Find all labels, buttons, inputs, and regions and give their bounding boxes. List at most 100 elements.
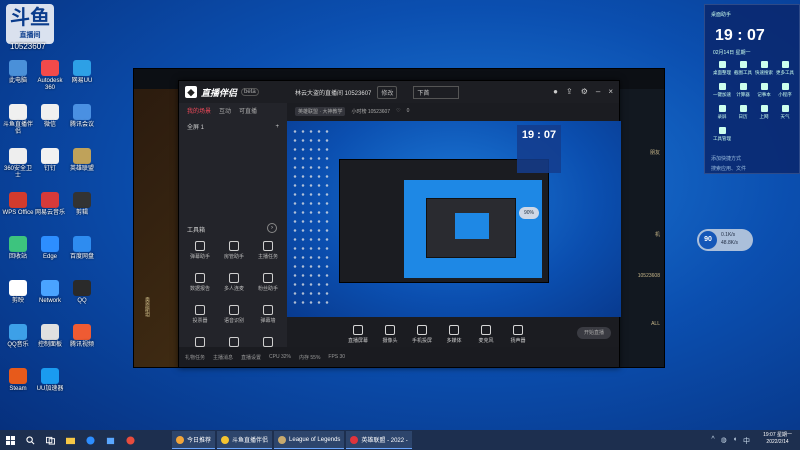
- desktop-icon[interactable]: UU加速器: [34, 368, 66, 393]
- panel-add-shortcut[interactable]: 添加快捷方式: [711, 155, 741, 162]
- desktop-icon[interactable]: 腾讯会议: [66, 104, 98, 129]
- desktop-icon[interactable]: Edge: [34, 236, 66, 261]
- desktop-icon[interactable]: 百度网盘: [66, 236, 98, 261]
- desktop-icon[interactable]: 控制面板: [34, 324, 66, 349]
- source-button[interactable]: 多媒体: [443, 324, 465, 344]
- edit-room-button[interactable]: 修改: [377, 85, 398, 99]
- panel-search[interactable]: 搜索应用、文件: [711, 165, 746, 172]
- status-item[interactable]: 直播设置: [241, 354, 261, 361]
- ime-icon[interactable]: 中: [743, 436, 750, 446]
- source-icon: [417, 324, 427, 335]
- status-item[interactable]: 主播消息: [213, 354, 233, 361]
- panel-tool[interactable]: 日历: [732, 105, 754, 120]
- tool-item[interactable]: 粉丝助手: [253, 273, 283, 292]
- network-icon[interactable]: ◍: [721, 436, 727, 446]
- stream-logo-overlay: 斗鱼 直播间: [6, 4, 54, 44]
- panel-tool[interactable]: 更多工具: [774, 61, 796, 76]
- share-icon[interactable]: ⇪: [566, 87, 573, 96]
- panel-tool[interactable]: 小程序: [774, 83, 796, 98]
- status-item[interactable]: 礼物任务: [185, 354, 205, 361]
- desktop-icon[interactable]: 斗鱼直播伴侣: [2, 104, 34, 136]
- streaming-app-window[interactable]: ◆ 直播伴侣 beta 我的场景 互动 可直播 全屏 1 + 工具箱 › 弹幕助…: [178, 80, 621, 368]
- desktop-icon[interactable]: Network: [34, 280, 66, 305]
- taskbar-app-label: 英雄联盟 - 2022 -: [361, 438, 408, 444]
- desktop-icon[interactable]: QQ音乐: [2, 324, 34, 349]
- media-icon[interactable]: [120, 430, 140, 450]
- desktop-icon[interactable]: 微信: [34, 104, 66, 129]
- panel-tool-icon: [718, 105, 726, 112]
- avatar[interactable]: ●: [553, 87, 558, 96]
- panel-tool[interactable]: 记事本: [753, 83, 775, 98]
- windows-icon: [5, 435, 15, 445]
- tab-interact[interactable]: 互动: [219, 106, 231, 115]
- network-speed-widget[interactable]: 90 0.1K/s 48.8K/s: [697, 229, 753, 251]
- tool-item[interactable]: 房管助手: [219, 241, 249, 260]
- desktop-icon[interactable]: 此电脑: [2, 60, 34, 85]
- tool-item[interactable]: 数据报告: [185, 273, 215, 292]
- app-icon: [41, 60, 59, 76]
- desktop-icon[interactable]: 网易UU: [66, 60, 98, 85]
- desktop-icon[interactable]: Autodesk 360: [34, 60, 66, 92]
- start-live-button[interactable]: 开始直播: [577, 327, 611, 339]
- volume-icon[interactable]: ◖: [733, 436, 737, 446]
- desktop-icon[interactable]: 网易云音乐: [34, 192, 66, 217]
- desktop-icon[interactable]: QQ: [66, 280, 98, 305]
- panel-tool[interactable]: 一键加速: [711, 83, 733, 98]
- tool-item[interactable]: 语音识别: [219, 305, 249, 324]
- tool-item[interactable]: 弹幕助手: [185, 241, 215, 260]
- source-button[interactable]: 直播屏幕: [347, 324, 369, 344]
- stream-preview[interactable]: 19 : 07 90%: [287, 121, 621, 317]
- desktop-icon[interactable]: 360安全卫士: [2, 148, 34, 180]
- panel-tool[interactable]: 桌面整理: [711, 61, 733, 76]
- tool-item[interactable]: 主播任务: [253, 241, 283, 260]
- desktop-icon[interactable]: 回收站: [2, 236, 34, 261]
- taskbar-clock[interactable]: 19:07 星期一 2022/2/14: [763, 432, 792, 446]
- tool-item[interactable]: 投票器: [185, 305, 215, 324]
- start-button[interactable]: [0, 430, 20, 450]
- source-button[interactable]: 扬声器: [507, 324, 529, 344]
- panel-tool[interactable]: 录屏: [711, 105, 733, 120]
- source-button[interactable]: 麦克风: [475, 324, 497, 344]
- minimize-icon[interactable]: –: [596, 87, 600, 96]
- desktop-icon[interactable]: 剪映: [2, 280, 34, 305]
- panel-tool[interactable]: 计算器: [732, 83, 754, 98]
- scene-row[interactable]: 全屏 1 +: [179, 118, 287, 135]
- desktop-icon[interactable]: Steam: [2, 368, 34, 393]
- desktop-icon[interactable]: 英雄联盟: [66, 148, 98, 173]
- tools-more-button[interactable]: ›: [267, 223, 277, 233]
- taskbar-app[interactable]: League of Legends: [274, 431, 345, 449]
- store-icon[interactable]: [100, 430, 120, 450]
- folder-icon[interactable]: [60, 430, 80, 450]
- live-title-input[interactable]: 下首: [413, 85, 460, 99]
- desktop-icon[interactable]: WPS Office: [2, 192, 34, 217]
- panel-title: 桌面助手: [711, 12, 732, 18]
- source-button[interactable]: 手机投屏: [411, 324, 433, 344]
- taskbar-app[interactable]: 斗鱼直播伴侣: [217, 431, 273, 449]
- panel-tool[interactable]: 天气: [774, 105, 796, 120]
- close-icon[interactable]: ×: [608, 87, 613, 96]
- app-icon: [41, 324, 59, 340]
- tab-scenes[interactable]: 我的场景: [187, 106, 211, 115]
- task-view-icon[interactable]: [40, 430, 60, 450]
- panel-tool[interactable]: 截图工具: [732, 61, 754, 76]
- panel-tool[interactable]: 上网: [753, 105, 775, 120]
- desktop-icon[interactable]: 剪辑: [66, 192, 98, 217]
- likes-count: 0: [406, 108, 410, 114]
- panel-tool[interactable]: 快速搜索: [753, 61, 775, 76]
- taskbar-app[interactable]: 英雄联盟 - 2022 -: [346, 431, 412, 449]
- desktop-icon[interactable]: 钉钉: [34, 148, 66, 173]
- browser-icon[interactable]: [80, 430, 100, 450]
- category-pill[interactable]: 英雄联盟 · 大神教学: [295, 106, 346, 116]
- chevron-up-icon[interactable]: ^: [711, 436, 714, 446]
- desktop-icon[interactable]: 腾讯视频: [66, 324, 98, 349]
- tool-item[interactable]: 弹幕墙: [253, 305, 283, 324]
- taskbar-app[interactable]: 今日推荐: [172, 431, 216, 449]
- add-scene-icon[interactable]: +: [275, 124, 279, 130]
- tab-live[interactable]: 可直播: [239, 106, 257, 115]
- panel-tool[interactable]: 工具管理: [711, 127, 733, 142]
- source-button[interactable]: 摄像头: [379, 324, 401, 344]
- tool-item[interactable]: 多人连麦: [219, 273, 249, 292]
- search-icon[interactable]: [20, 430, 40, 450]
- taskbar-date: 2022/2/14: [766, 439, 789, 445]
- settings-icon[interactable]: ⚙: [581, 87, 588, 96]
